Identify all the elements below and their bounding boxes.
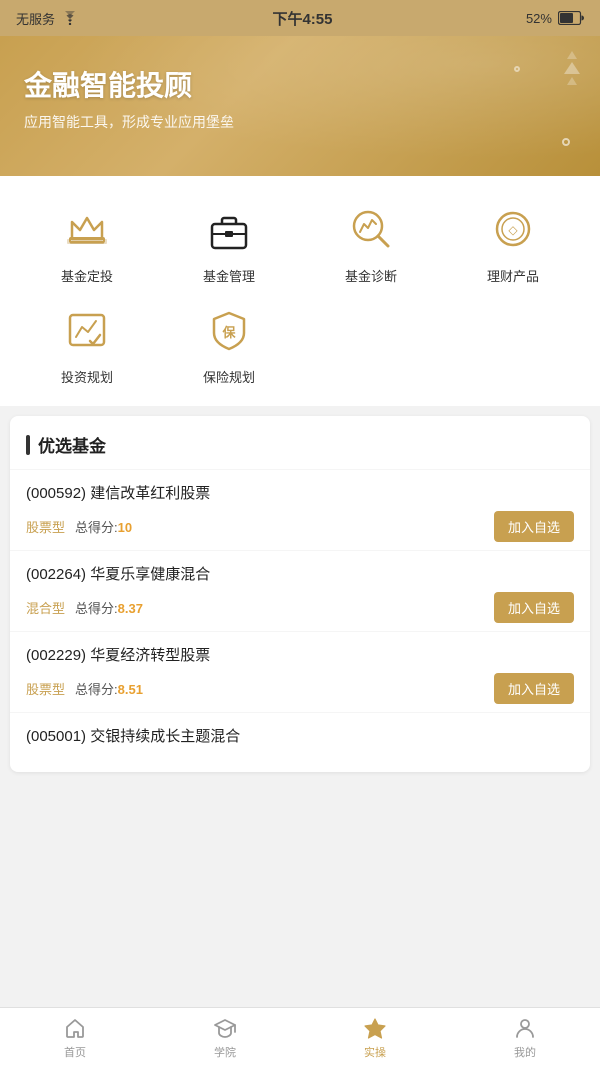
- nav-item-mine[interactable]: 我的: [450, 1008, 600, 1067]
- fund-diagnose-icon-wrap: [342, 200, 400, 258]
- banner-decoration: [564, 51, 580, 85]
- wifi-icon: [61, 11, 79, 25]
- fund-item-1: (000592) 建信改革红利股票 股票型 总得分:10 加入自选: [10, 470, 590, 551]
- add-btn-2[interactable]: 加入自选: [494, 592, 574, 623]
- status-left: 无服务: [16, 9, 79, 28]
- banner-title: 金融智能投顾: [24, 64, 576, 104]
- crown-icon: [62, 204, 112, 254]
- wealth-product-label: 理财产品: [487, 266, 539, 285]
- user-icon: [513, 1016, 537, 1040]
- arrow-small-2: [567, 77, 577, 85]
- fund-fixed-label: 基金定投: [61, 266, 113, 285]
- fund-meta-left-3: 股票型 总得分:8.51: [26, 679, 143, 698]
- fund-score-2: 总得分:8.37: [75, 598, 143, 617]
- fund-meta-2: 混合型 总得分:8.37 加入自选: [26, 592, 574, 623]
- fund-item-4: (005001) 交银持续成长主题混合: [10, 713, 590, 762]
- status-bar: 无服务 下午4:55 52%: [0, 0, 600, 36]
- wealth-product-icon-wrap: ◇: [484, 200, 542, 258]
- insurance-plan-label: 保险规划: [203, 367, 255, 386]
- fund-fixed-icon-wrap: [58, 200, 116, 258]
- svg-text:◇: ◇: [508, 223, 518, 237]
- home-icon: [63, 1016, 87, 1040]
- chart-check-icon: [62, 305, 112, 355]
- shield-icon: 保: [204, 305, 254, 355]
- fund-name-3: (002229) 华夏经济转型股票: [26, 644, 574, 665]
- nav-item-home[interactable]: 首页: [0, 1008, 150, 1067]
- fund-name-2: (002264) 华夏乐享健康混合: [26, 563, 574, 584]
- add-btn-3[interactable]: 加入自选: [494, 673, 574, 704]
- fund-type-1: 股票型: [26, 517, 65, 536]
- nav-label-academy: 学院: [214, 1044, 236, 1060]
- invest-plan-icon-wrap: [58, 301, 116, 359]
- menu-item-fund-diagnose[interactable]: 基金诊断: [300, 200, 442, 285]
- status-time: 下午4:55: [272, 8, 332, 29]
- status-right: 52%: [526, 11, 584, 26]
- section-bar: [26, 435, 30, 455]
- fund-diagnose-label: 基金诊断: [345, 266, 397, 285]
- fund-meta-left-1: 股票型 总得分:10: [26, 517, 132, 536]
- search-chart-icon: [346, 204, 396, 254]
- arrow-small-1: [567, 51, 577, 59]
- fund-type-2: 混合型: [26, 598, 65, 617]
- menu-item-fund-fixed[interactable]: 基金定投: [16, 200, 158, 285]
- banner-subtitle: 应用智能工具，形成专业应用堡垒: [24, 112, 576, 132]
- fund-item-3: (002229) 华夏经济转型股票 股票型 总得分:8.51 加入自选: [10, 632, 590, 713]
- add-btn-1[interactable]: 加入自选: [494, 511, 574, 542]
- svg-text:保: 保: [221, 325, 236, 340]
- menu-item-wealth-product[interactable]: ◇ 理财产品: [442, 200, 584, 285]
- menu-grid-row1: 基金定投 基金管理: [16, 200, 584, 285]
- nav-label-mine: 我的: [514, 1044, 536, 1060]
- banner-dot-1: [562, 138, 570, 146]
- menu-item-fund-manage[interactable]: 基金管理: [158, 200, 300, 285]
- header-banner: 金融智能投顾 应用智能工具，形成专业应用堡垒: [0, 36, 600, 176]
- fund-meta-3: 股票型 总得分:8.51 加入自选: [26, 673, 574, 704]
- battery-text: 52%: [526, 11, 552, 26]
- carrier-text: 无服务: [16, 9, 55, 28]
- graduation-icon: [213, 1016, 237, 1040]
- funds-section: 优选基金 (000592) 建信改革红利股票 股票型 总得分:10 加入自选 (…: [10, 416, 590, 772]
- fund-meta-left-2: 混合型 总得分:8.37: [26, 598, 143, 617]
- star-icon: [363, 1016, 387, 1040]
- nav-label-practice: 实操: [364, 1044, 386, 1060]
- nav-item-academy[interactable]: 学院: [150, 1008, 300, 1067]
- battery-icon: [558, 11, 584, 25]
- fund-item-2: (002264) 华夏乐享健康混合 混合型 总得分:8.37 加入自选: [10, 551, 590, 632]
- arrow-large: [564, 62, 580, 74]
- briefcase-icon: [204, 204, 254, 254]
- fund-score-3: 总得分:8.51: [75, 679, 143, 698]
- fund-manage-label: 基金管理: [203, 266, 255, 285]
- section-title: 优选基金: [38, 432, 106, 457]
- fund-name-4: (005001) 交银持续成长主题混合: [26, 725, 574, 746]
- bottom-nav: 首页 学院 实操 我的: [0, 1007, 600, 1067]
- nav-label-home: 首页: [64, 1044, 86, 1060]
- menu-section: 基金定投 基金管理: [0, 176, 600, 406]
- fund-name-1: (000592) 建信改革红利股票: [26, 482, 574, 503]
- fund-type-3: 股票型: [26, 679, 65, 698]
- invest-plan-label: 投资规划: [61, 367, 113, 386]
- coin-icon: ◇: [488, 204, 538, 254]
- fund-manage-icon-wrap: [200, 200, 258, 258]
- nav-item-practice[interactable]: 实操: [300, 1008, 450, 1067]
- menu-grid-row2: 投资规划 保 保险规划: [16, 301, 584, 386]
- insurance-plan-icon-wrap: 保: [200, 301, 258, 359]
- section-header: 优选基金: [10, 416, 590, 470]
- menu-item-invest-plan[interactable]: 投资规划: [16, 301, 158, 386]
- fund-score-1: 总得分:10: [75, 517, 132, 536]
- fund-meta-1: 股票型 总得分:10 加入自选: [26, 511, 574, 542]
- menu-item-insurance-plan[interactable]: 保 保险规划: [158, 301, 300, 386]
